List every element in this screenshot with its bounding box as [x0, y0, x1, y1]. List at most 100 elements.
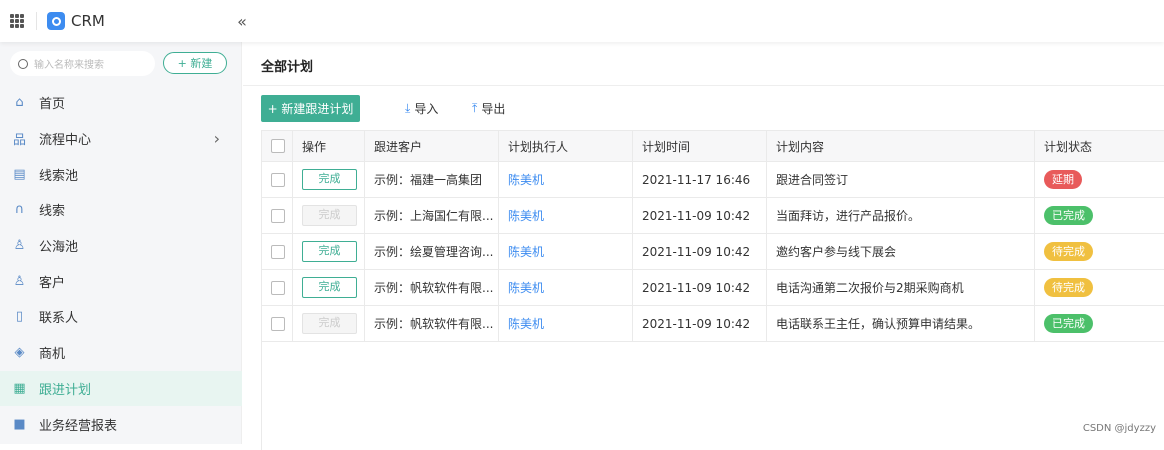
executor-link[interactable]: 陈美机 — [508, 281, 544, 295]
sidebar-item-label: 线索 — [39, 200, 65, 219]
sidebar-item[interactable]: ▤ 线索池 — [0, 156, 242, 192]
customer-cell[interactable]: 示例：帆软软件有限... — [365, 270, 499, 306]
table-row: 完成 示例：帆软软件有限... 陈美机 2021-11-09 10:42 电话联… — [262, 306, 1164, 342]
time-cell: 2021-11-09 10:42 — [633, 234, 767, 270]
status-badge: 已完成 — [1044, 206, 1093, 225]
executor-link[interactable]: 陈美机 — [508, 317, 544, 331]
content-cell: 跟进合同签订 — [767, 162, 1035, 198]
nav-icon: ♙ — [12, 238, 27, 253]
status-badge: 待完成 — [1044, 242, 1093, 261]
col-header: 操作 — [293, 131, 365, 162]
customer-cell[interactable]: 示例：上海国仁有限... — [365, 198, 499, 234]
sidebar-item[interactable]: ◈ 商机 — [0, 335, 242, 371]
complete-button: 完成 — [302, 313, 357, 334]
content-cell: 当面拜访，进行产品报价。 — [767, 198, 1035, 234]
col-header: 计划内容 — [767, 131, 1035, 162]
nav-icon: ◈ — [12, 345, 27, 360]
status-badge: 延期 — [1044, 170, 1082, 189]
sidebar-item[interactable]: ♙ 公海池 — [0, 228, 242, 264]
col-header: 跟进客户 — [365, 131, 499, 162]
select-all-checkbox[interactable] — [271, 139, 285, 153]
row-checkbox[interactable] — [271, 245, 285, 259]
customer-cell[interactable]: 示例：帆软软件有限... — [365, 306, 499, 342]
import-button[interactable]: ⤓ 导入 — [405, 100, 438, 117]
main-content: 全部计划 + 新建跟进计划 ⤓导入 ⤒导出 操作 跟进客户 计划执行人 计划时间… — [243, 42, 1164, 444]
sidebar-item[interactable]: ▯ 联系人 — [0, 299, 242, 335]
row-select-cell — [262, 306, 293, 342]
row-checkbox[interactable] — [271, 209, 285, 223]
divider — [261, 340, 262, 450]
nav-icon: ▤ — [12, 167, 27, 182]
sidebar-item-label: 联系人 — [39, 307, 78, 326]
row-select-cell — [262, 162, 293, 198]
row-select-cell — [262, 270, 293, 306]
watermark: CSDN @jdyzzy — [1083, 423, 1156, 434]
customer-cell[interactable]: 示例：绘夏管理咨询... — [365, 234, 499, 270]
sidebar-item[interactable]: ■业务经营报表 — [0, 406, 242, 442]
top-bar: CRM — [0, 0, 1164, 42]
export-button[interactable]: ⤒导出 — [472, 100, 505, 117]
complete-button[interactable]: 完成 — [302, 277, 357, 298]
search-placeholder: 输入名称来搜索 — [34, 56, 104, 71]
select-all-cell — [262, 131, 293, 162]
row-checkbox[interactable] — [271, 173, 285, 187]
search-input[interactable]: 输入名称来搜索 — [10, 51, 155, 76]
status-cell: 待完成 — [1035, 270, 1164, 306]
time-cell: 2021-11-09 10:42 — [633, 306, 767, 342]
nav-icon: ⌂ — [12, 95, 27, 110]
nav-icon: ♙ — [12, 274, 27, 289]
status-cell: 已完成 — [1035, 198, 1164, 234]
app-name: CRM — [71, 12, 105, 30]
table-row: 完成 示例：上海国仁有限... 陈美机 2021-11-09 10:42 当面拜… — [262, 198, 1164, 234]
sidebar-item-label: 业务经营报表 — [39, 415, 117, 434]
sidebar: 输入名称来搜索 + 新建 ⌂ 首页品流程中心› ▤ 线索池 ∩ 线索 ♙ 公海池 ♙客户 ▯ 联系人… — [0, 42, 242, 444]
download-icon: ⤓ — [405, 101, 410, 116]
new-plan-button[interactable]: + 新建跟进计划 — [261, 95, 360, 122]
col-header: 计划时间 — [633, 131, 767, 162]
executor-link[interactable]: 陈美机 — [508, 209, 544, 223]
customer-cell[interactable]: 示例：福建一高集团 — [365, 162, 499, 198]
export-label: 导出 — [481, 100, 505, 117]
executor-link[interactable]: 陈美机 — [508, 245, 544, 259]
complete-button[interactable]: 完成 — [302, 169, 357, 190]
action-cell: 完成 — [293, 234, 365, 270]
content-cell: 电话沟通第二次报价与2期采购商机 — [767, 270, 1035, 306]
col-header: 计划状态 — [1035, 131, 1164, 162]
sidebar-item[interactable]: ⌂ 首页 — [0, 85, 242, 121]
sidebar-item-label: 流程中心 — [39, 129, 91, 148]
table-header: 操作 跟进客户 计划执行人 计划时间 计划内容 计划状态 — [262, 131, 1164, 162]
complete-button: 完成 — [302, 205, 357, 226]
crm-logo-icon — [47, 12, 65, 30]
search-icon — [18, 59, 28, 69]
sidebar-item-label: 公海池 — [39, 236, 78, 255]
app-grid-icon[interactable] — [10, 14, 24, 28]
row-checkbox[interactable] — [271, 317, 285, 331]
table-row: 完成 示例：绘夏管理咨询... 陈美机 2021-11-09 10:42 邀约客… — [262, 234, 1164, 270]
new-button[interactable]: + 新建 — [163, 52, 227, 74]
executor-cell: 陈美机 — [499, 270, 633, 306]
executor-link[interactable]: 陈美机 — [508, 173, 544, 187]
action-cell: 完成 — [293, 306, 365, 342]
import-label: 导入 — [414, 100, 438, 117]
sidebar-nav: ⌂ 首页品流程中心› ▤ 线索池 ∩ 线索 ♙ 公海池 ♙客户 ▯ 联系人 ◈ 商机 ▦跟进计划■业务经营… — [0, 85, 242, 442]
table-row: 完成 示例：福建一高集团 陈美机 2021-11-17 16:46 跟进合同签订… — [262, 162, 1164, 198]
executor-cell: 陈美机 — [499, 198, 633, 234]
sidebar-item[interactable]: ▦跟进计划 — [0, 371, 242, 407]
nav-icon: ▯ — [12, 309, 27, 324]
row-checkbox[interactable] — [271, 281, 285, 295]
sidebar-item-label: 首页 — [39, 93, 65, 112]
nav-icon: 品 — [12, 131, 27, 146]
content-cell: 电话联系王主任，确认预算申请结果。 — [767, 306, 1035, 342]
complete-button[interactable]: 完成 — [302, 241, 357, 262]
sidebar-item[interactable]: 品流程中心› — [0, 121, 242, 157]
action-cell: 完成 — [293, 270, 365, 306]
sidebar-item[interactable]: ∩ 线索 — [0, 192, 242, 228]
collapse-sidebar-icon[interactable]: « — [232, 11, 252, 31]
sidebar-item-label: 商机 — [39, 343, 65, 362]
col-header: 计划执行人 — [499, 131, 633, 162]
sidebar-item-label: 线索池 — [39, 165, 78, 184]
table-row: 完成 示例：帆软软件有限... 陈美机 2021-11-09 10:42 电话沟… — [262, 270, 1164, 306]
nav-icon: ∩ — [12, 202, 27, 217]
sidebar-item[interactable]: ♙客户 — [0, 263, 242, 299]
time-cell: 2021-11-09 10:42 — [633, 270, 767, 306]
